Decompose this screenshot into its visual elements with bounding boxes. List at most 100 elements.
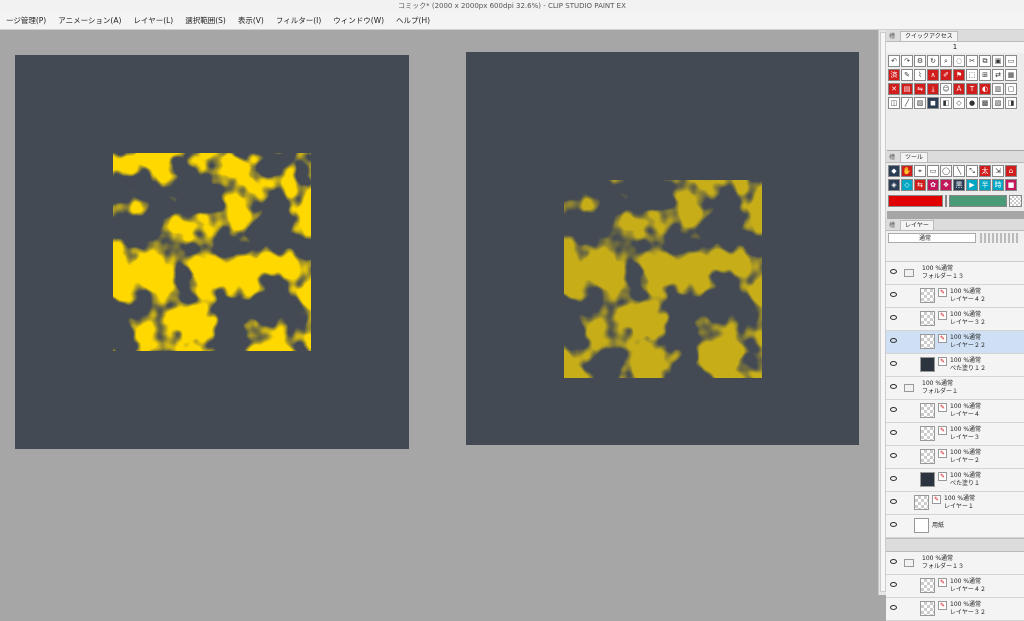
menu-view[interactable]: 表示(V) xyxy=(232,15,270,26)
tool-icon-2[interactable]: ✋ xyxy=(901,165,913,177)
flip-icon[interactable]: ⇋ xyxy=(914,83,926,95)
color-swatch-red[interactable] xyxy=(888,195,944,207)
image-icon[interactable]: ▨ xyxy=(914,97,926,109)
merge-icon[interactable]: ⤓ xyxy=(927,83,939,95)
cut-icon[interactable]: ✂ xyxy=(966,55,978,67)
ruler-icon[interactable]: ⊞ xyxy=(979,69,991,81)
eye-icon[interactable] xyxy=(890,269,897,274)
color-swatch-white[interactable] xyxy=(945,195,948,207)
tool-icon-7[interactable]: ⤡ xyxy=(966,165,978,177)
menu-selection[interactable]: 選択範囲(S) xyxy=(179,15,232,26)
layer-row[interactable]: ✎ 100 %通常 レイヤー３ xyxy=(886,423,1024,446)
undo-icon[interactable]: ↶ xyxy=(888,55,900,67)
layer-row[interactable]: ✎ 100 %通常 べた塗り１２ xyxy=(886,354,1024,377)
menu-help[interactable]: ヘルプ(H) xyxy=(390,15,436,26)
brush-icon[interactable]: ⌇ xyxy=(914,69,926,81)
vector-icon[interactable]: ∧ xyxy=(927,69,939,81)
canvas-workspace[interactable] xyxy=(0,30,878,595)
layer-row[interactable]: ✎ 100 %通常 レイヤー４２ xyxy=(886,285,1024,308)
clear-icon[interactable]: ✕ xyxy=(888,83,900,95)
window-icon[interactable]: ▭ xyxy=(1005,55,1017,67)
tool-icon-1[interactable]: ◆ xyxy=(888,165,900,177)
tab-layer[interactable]: レイヤー xyxy=(900,219,934,230)
quick-access-set-number[interactable]: 1 xyxy=(886,42,1024,53)
tab-tool[interactable]: ツール xyxy=(900,151,929,162)
transform-icon[interactable]: ⇄ xyxy=(992,69,1004,81)
layer-row[interactable]: ✎ 100 %通常 レイヤー３２ xyxy=(886,598,1024,621)
person-icon[interactable]: ☺ xyxy=(940,83,952,95)
paste-icon[interactable]: ▣ xyxy=(992,55,1004,67)
menu-layer[interactable]: レイヤー(L) xyxy=(127,15,179,26)
tool-icon-5[interactable]: ◯ xyxy=(940,165,952,177)
layer-folder-row[interactable]: 100 %通常 フォルダー１３ xyxy=(886,552,1024,575)
palette-icon[interactable]: ▩ xyxy=(979,97,991,109)
canvas-left[interactable] xyxy=(15,55,409,449)
tool-icon-20[interactable]: ■ xyxy=(1005,179,1017,191)
rotate-icon[interactable]: ↻ xyxy=(927,55,939,67)
ai-icon[interactable]: Ａ xyxy=(953,83,965,95)
layer-new-icon[interactable]: ▤ xyxy=(901,83,913,95)
tool-icon-15[interactable]: ❖ xyxy=(940,179,952,191)
tool-icon-4[interactable]: ▭ xyxy=(927,165,939,177)
menu-window[interactable]: ウィンドウ(W) xyxy=(327,15,390,26)
tool-icon-18[interactable]: 半 xyxy=(979,179,991,191)
eye-icon[interactable] xyxy=(890,315,897,320)
tool-icon-3[interactable]: ⌖ xyxy=(914,165,926,177)
settings-icon[interactable]: ⚙ xyxy=(914,55,926,67)
tool-icon-8[interactable]: 太 xyxy=(979,165,991,177)
zoom-icon[interactable]: ⌕ xyxy=(940,55,952,67)
tool-icon-10[interactable]: ⌂ xyxy=(1005,165,1017,177)
layer-folder-row[interactable]: 100 %通常 フォルダー１ xyxy=(886,377,1024,400)
tool-icon-13[interactable]: ⇆ xyxy=(914,179,926,191)
shape-icon[interactable]: ◇ xyxy=(953,97,965,109)
eye-icon[interactable] xyxy=(890,407,897,412)
adjust-icon[interactable]: ◧ xyxy=(940,97,952,109)
misc-icon[interactable]: ◨ xyxy=(1005,97,1017,109)
tool-icon-12[interactable]: ◇ xyxy=(901,179,913,191)
eye-icon[interactable] xyxy=(890,499,897,504)
eye-icon[interactable] xyxy=(890,338,897,343)
lasso-icon[interactable]: ◌ xyxy=(953,55,965,67)
flag-icon[interactable]: ⚑ xyxy=(953,69,965,81)
canvas-right[interactable] xyxy=(466,52,859,445)
blend-mode-select[interactable]: 通常 xyxy=(888,233,976,243)
line-icon[interactable]: ╱ xyxy=(901,97,913,109)
tool-icon-16[interactable]: 黒 xyxy=(953,179,965,191)
view-icon[interactable]: ◐ xyxy=(979,83,991,95)
frame-icon[interactable]: ▢ xyxy=(1005,83,1017,95)
edit-icon[interactable]: ✐ xyxy=(940,69,952,81)
text-icon[interactable]: T xyxy=(966,83,978,95)
select-icon[interactable]: ⬚ xyxy=(966,69,978,81)
grid-icon[interactable]: ▦ xyxy=(1005,69,1017,81)
layer-row[interactable]: ✎ 100 %通常 レイヤー２ xyxy=(886,446,1024,469)
menu-animation[interactable]: アニメーション(A) xyxy=(52,15,127,26)
tool-icon-9[interactable]: ⇲ xyxy=(992,165,1004,177)
red-action-icon[interactable]: 済 xyxy=(888,69,900,81)
menu-filter[interactable]: フィルター(I) xyxy=(270,15,327,26)
redo-icon[interactable]: ↷ xyxy=(901,55,913,67)
pen-icon[interactable]: ✎ xyxy=(901,69,913,81)
layer-folder-row[interactable]: 100 %通常 フォルダー１３ xyxy=(886,262,1024,285)
color-swatch-green[interactable] xyxy=(949,195,1007,207)
layer-row[interactable]: ✎ 100 %通常 べた塗り１ xyxy=(886,469,1024,492)
eye-icon[interactable] xyxy=(890,361,897,366)
eye-icon[interactable] xyxy=(890,605,897,610)
tool-icon-6[interactable]: ╲ xyxy=(953,165,965,177)
canvas-icon[interactable]: ◫ xyxy=(888,97,900,109)
color-wheel-icon[interactable]: ● xyxy=(966,97,978,109)
menu-page-manage[interactable]: ージ管理(P) xyxy=(0,15,52,26)
color-swatch-transparent[interactable] xyxy=(1008,195,1022,207)
eye-icon[interactable] xyxy=(890,522,897,527)
tab-quick-access[interactable]: クイックアクセス xyxy=(900,30,958,41)
tool-icon-17[interactable]: ▶ xyxy=(966,179,978,191)
opacity-slider[interactable] xyxy=(980,233,1020,243)
layer-row[interactable]: ✎ 100 %通常 レイヤー４ xyxy=(886,400,1024,423)
eye-icon[interactable] xyxy=(890,559,897,564)
mask-icon[interactable]: ◼ xyxy=(927,97,939,109)
layer-row[interactable]: ✎ 100 %通常 レイヤー１ xyxy=(886,492,1024,515)
panel-icon[interactable]: ▧ xyxy=(992,97,1004,109)
layer-row[interactable]: 用紙 xyxy=(886,515,1024,538)
eye-icon[interactable] xyxy=(890,476,897,481)
tool-icon-11[interactable]: ◈ xyxy=(888,179,900,191)
eye-icon[interactable] xyxy=(890,453,897,458)
